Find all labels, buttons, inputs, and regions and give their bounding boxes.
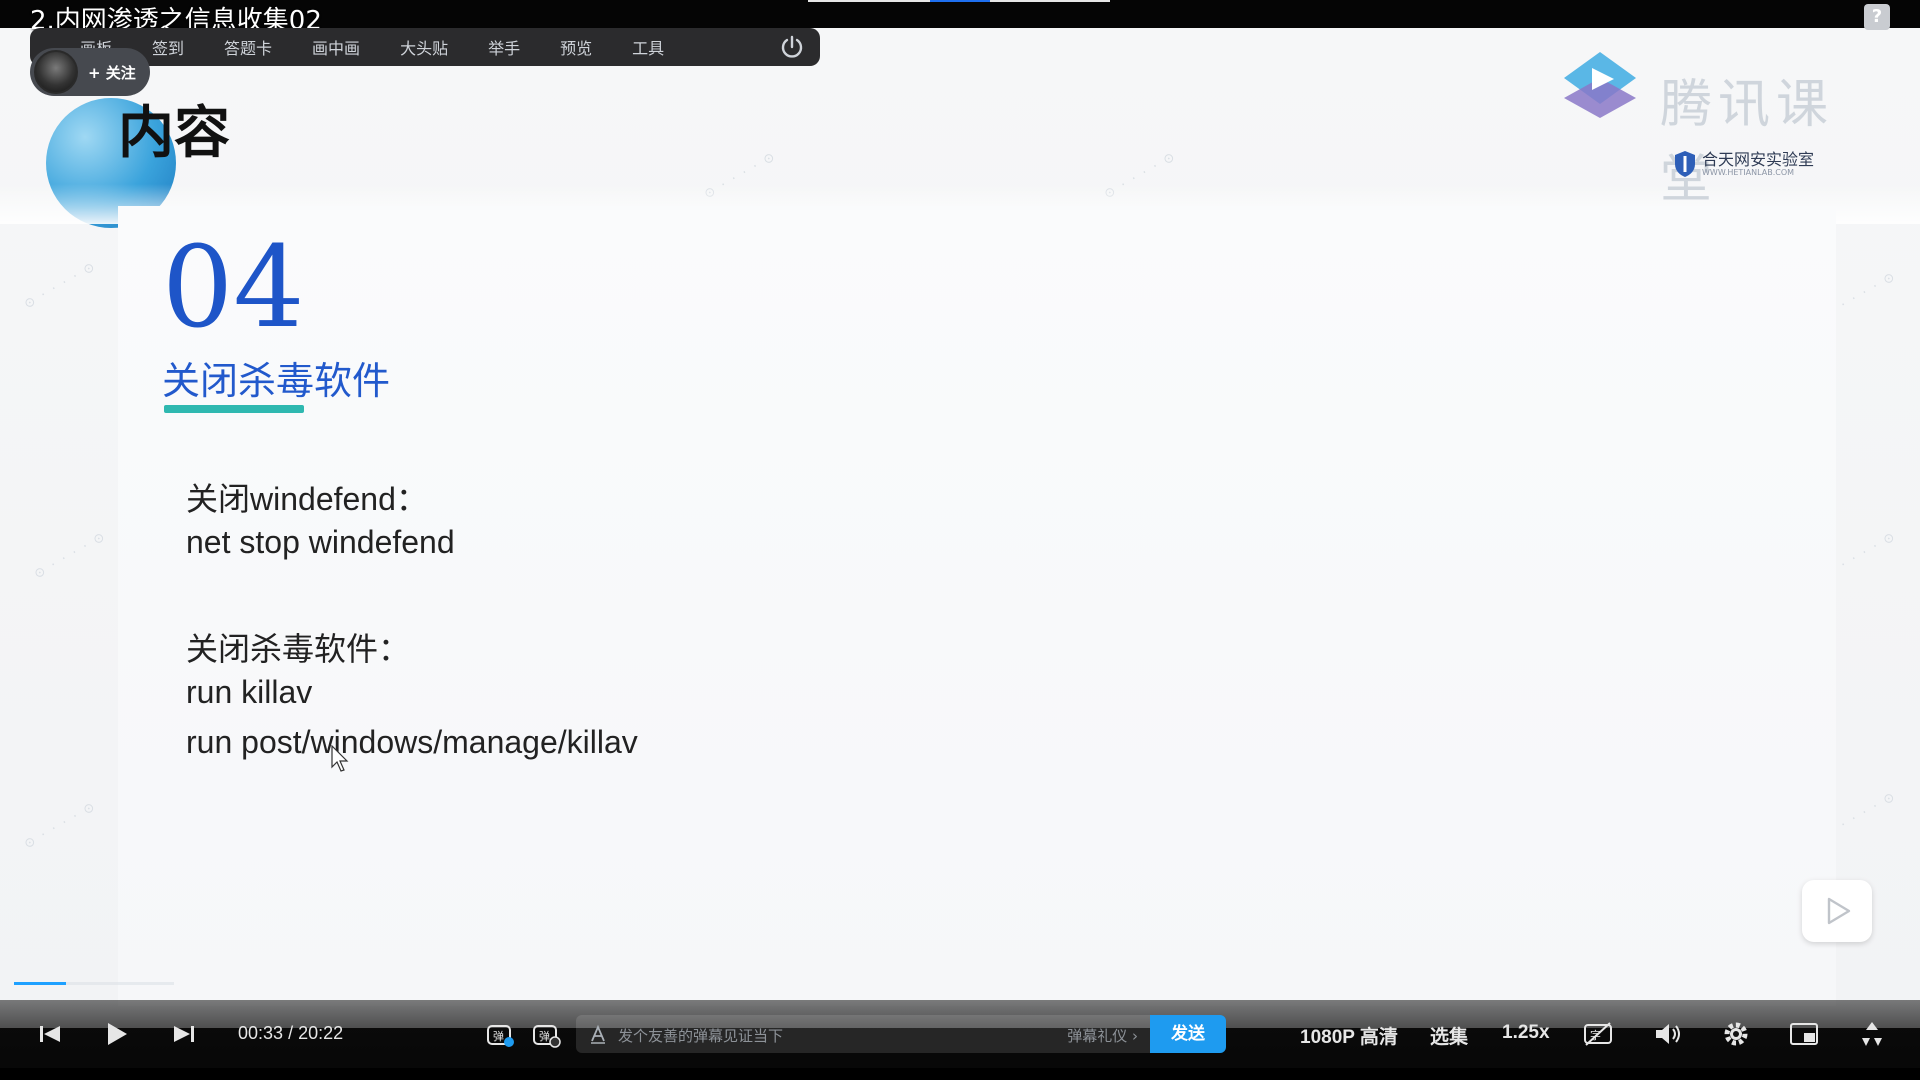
watermark: ⊙ · · · · ⊙ (31, 528, 110, 583)
pip-icon[interactable] (1788, 1018, 1820, 1050)
floating-play-icon[interactable] (1802, 880, 1872, 942)
slide-line: net stop windefend (186, 524, 455, 560)
progress-fill (14, 982, 66, 985)
toolbar-item-pip[interactable]: 画中画 (292, 35, 380, 59)
quality-button[interactable]: 1080P 高清 (1300, 1022, 1398, 1049)
follow-chip[interactable]: + 关注 (30, 48, 150, 96)
danmaku-toggle-icon[interactable]: 弹 (484, 1018, 516, 1050)
watermark: ⊙ · · · · ⊙ (21, 258, 100, 313)
follow-button[interactable]: + 关注 (88, 62, 136, 83)
sublogo-url: WWW.HETIANLAB.COM (1702, 167, 1795, 177)
svg-text:弹: 弹 (493, 1029, 504, 1043)
danmaku-placeholder: 发个友善的弹幕见证当下 (618, 1027, 784, 1045)
sublogo-name: 合天网安实验室 (1702, 149, 1815, 169)
slide-content-panel (118, 206, 1836, 1006)
power-icon[interactable] (780, 35, 804, 59)
danmaku-etiquette-link[interactable]: 弹幕礼仪 › (1067, 1025, 1138, 1046)
svg-text:弹: 弹 (539, 1029, 550, 1043)
episodes-button[interactable]: 选集 (1430, 1022, 1468, 1049)
danmaku-settings-icon[interactable]: 弹 (530, 1018, 562, 1050)
tab-indicator (990, 0, 1110, 2)
tencent-classroom-logo: 腾讯课堂 (1560, 40, 1880, 210)
toolbar-item-raise-hand[interactable]: 举手 (468, 35, 540, 59)
help-icon[interactable]: ? (1864, 4, 1890, 30)
slide-line: run killav (186, 674, 313, 710)
prev-icon[interactable] (34, 1018, 66, 1050)
slide-line: run post/windows/manage/killav (186, 724, 638, 760)
shield-icon (1675, 151, 1695, 177)
time-total: 20:22 (298, 1023, 344, 1043)
play-icon[interactable] (100, 1018, 132, 1050)
time-separator: / (288, 1023, 294, 1043)
tab-indicator-active (930, 0, 990, 2)
fullscreen-icon[interactable] (1856, 1018, 1888, 1050)
live-toolbar: 画板 签到 答题卡 画中画 大头贴 举手 预览 工具 (30, 28, 820, 66)
tencent-classroom-logo-icon (1564, 52, 1636, 118)
hetian-lab-logo: 合天网安实验室 WWW.HETIANLAB.COM (1674, 150, 1814, 178)
settings-icon[interactable] (1720, 1018, 1752, 1050)
toolbar-item-tools[interactable]: 工具 (612, 35, 684, 59)
volume-icon[interactable] (1652, 1018, 1684, 1050)
toolbar-item-sticker[interactable]: 大头贴 (380, 35, 468, 59)
subtitle-off-icon[interactable]: 字 (1582, 1018, 1614, 1050)
section-underline (164, 405, 304, 413)
mouse-cursor-icon (331, 745, 349, 772)
time-display: 00:33 / 20:22 (238, 1023, 343, 1044)
next-icon[interactable] (168, 1018, 200, 1050)
slide-line: 关闭windefend： (186, 481, 428, 517)
bottom-edge (0, 1068, 1920, 1080)
section-title: 关闭杀毒软件 (162, 359, 391, 403)
toolbar-item-answer-card[interactable]: 答题卡 (204, 35, 292, 59)
avatar[interactable] (34, 50, 78, 94)
slide-header-title: 内容 (118, 101, 230, 166)
logo-text: 腾讯课堂 (1660, 75, 1835, 210)
tab-indicator (808, 0, 930, 2)
toolbar-item-preview[interactable]: 预览 (540, 35, 612, 59)
danmaku-input[interactable]: 发个友善的弹幕见证当下 弹幕礼仪 › (576, 1015, 1150, 1053)
send-button[interactable]: 发送 (1150, 1015, 1226, 1053)
slide-line: 关闭杀毒软件： (186, 631, 411, 667)
section-number: 04 (162, 223, 305, 353)
watermark: ⊙ · · · · ⊙ (21, 798, 100, 853)
speed-button[interactable]: 1.25x (1502, 1022, 1550, 1044)
time-current: 00:33 (238, 1023, 284, 1043)
text-icon (591, 1024, 605, 1044)
